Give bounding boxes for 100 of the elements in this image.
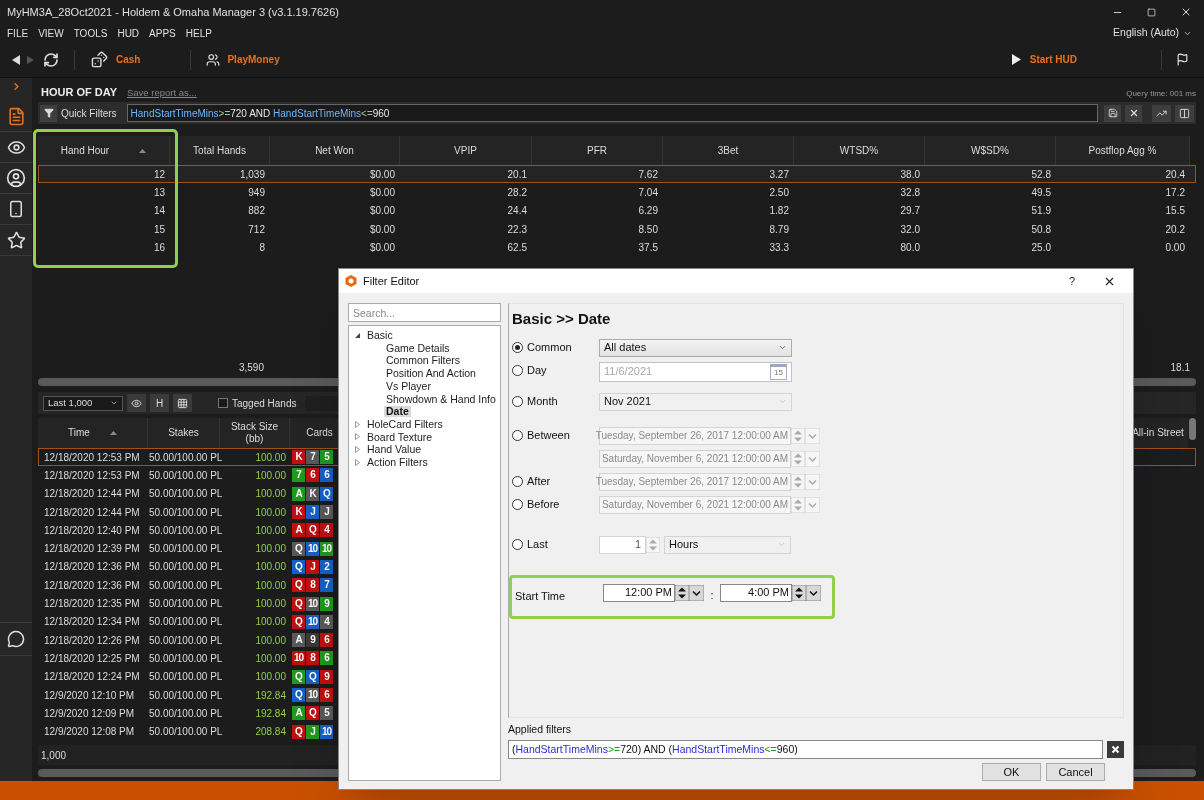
- table-cell-text: 50.00/100.00 PL: [149, 505, 221, 520]
- playing-card: 10: [320, 724, 333, 739]
- table-cell-text: 12/18/2020 12:40 PM: [43, 523, 141, 538]
- table-cell-text: 8.79: [768, 222, 790, 237]
- panel-heading: Basic >> Date: [512, 309, 612, 329]
- playing-card: K: [306, 486, 319, 501]
- table-cell-text: 12/18/2020 12:39 PM: [43, 542, 141, 557]
- table-cell-text: 37.5: [637, 240, 659, 255]
- playing-card: 10: [306, 596, 319, 611]
- playing-card: K: [292, 505, 305, 520]
- playing-card: J: [306, 724, 319, 739]
- table-cell-text: 192.84: [254, 688, 287, 703]
- table-cell-text: 100.00: [254, 450, 287, 465]
- table-cell-text: 12/18/2020 12:53 PM: [43, 450, 141, 465]
- table-cell-text: 22.3: [506, 222, 528, 237]
- table-cell-text: 12/18/2020 12:44 PM: [43, 487, 141, 502]
- playing-card: J: [320, 505, 333, 520]
- radio-label: Before: [527, 497, 560, 513]
- table-cell-text: 100.00: [254, 505, 287, 520]
- table-cell-text: 50.00/100.00 PL: [149, 706, 221, 721]
- table-cell-text: 12/18/2020 12:24 PM: [43, 670, 141, 685]
- table-cell-text: 12/18/2020 12:36 PM: [43, 578, 141, 593]
- table-cell-text: 100.00: [254, 542, 287, 557]
- playing-card: A: [292, 633, 305, 648]
- playing-card: 8: [306, 651, 319, 666]
- table-cell-text: 712: [247, 222, 266, 237]
- table-cell-text: 12/18/2020 12:35 PM: [43, 597, 141, 611]
- table-cell-text: 50.00/100.00 PL: [149, 468, 221, 483]
- playing-card: 2: [320, 559, 333, 574]
- table-cell-text: 33.3: [768, 240, 790, 255]
- table-cell-text: $0.00: [368, 240, 396, 255]
- table-cell-text: 49.5: [1030, 185, 1052, 200]
- playing-card: 4: [320, 523, 333, 538]
- table-cell-text: 100.00: [254, 651, 287, 666]
- playing-card: A: [292, 523, 305, 538]
- table-cell-text: 100.00: [254, 670, 287, 685]
- table-cell-text: 12/18/2020 12:26 PM: [43, 633, 141, 648]
- playing-card: 10: [320, 541, 333, 556]
- table-cell-text: 14: [152, 204, 166, 219]
- table-cell-text: 15.5: [1164, 204, 1186, 219]
- filter-expression: (HandStartTimeMins>=720) AND (HandStartTimeMins<=960): [512, 741, 798, 757]
- playing-card: 9: [320, 669, 333, 684]
- table-cell-text: 50.00/100.00 PL: [149, 542, 221, 557]
- playing-card: 9: [320, 596, 333, 611]
- table-cell-text: 62.5: [506, 240, 528, 255]
- table-cell-text: 12/18/2020 12:25 PM: [43, 651, 141, 666]
- table-cell-text: $0.00: [368, 185, 396, 200]
- playing-card: 7: [320, 578, 333, 593]
- playing-card: 6: [320, 651, 333, 666]
- checkbox-label: Tagged Hands: [232, 396, 297, 411]
- table-cell-text: 50.00/100.00 PL: [149, 523, 221, 538]
- radio-label: After: [527, 474, 551, 490]
- table-cell-text: 52.8: [1030, 167, 1052, 182]
- table-cell-text: 28.2: [506, 185, 528, 200]
- playing-card: Q: [306, 523, 319, 538]
- table-cell-text: 100.00: [254, 523, 287, 538]
- table-cell-text: 32.0: [899, 222, 921, 237]
- playing-card: 4: [320, 614, 333, 629]
- table-cell-text: 50.00/100.00 PL: [149, 560, 221, 575]
- window-title: MyHM3A_28Oct2021 - Holdem & Omaha Manager 3 (v3.1.19.7626): [7, 4, 340, 20]
- table-cell-text: $0.00: [368, 222, 396, 237]
- playing-card: 9: [306, 633, 319, 648]
- table-cell-text: 100.00: [254, 560, 287, 575]
- playing-card: 6: [320, 688, 333, 702]
- table-cell-text: 50.00/100.00 PL: [149, 615, 221, 630]
- playing-card: 5: [320, 706, 333, 721]
- playing-card: 6: [306, 468, 319, 483]
- playing-card: A: [292, 486, 305, 501]
- table-cell-text: 6.29: [637, 204, 659, 219]
- table-cell-text: 20.1: [506, 167, 528, 182]
- table-cell-text: $0.00: [368, 167, 396, 182]
- table-cell-text: 20.4: [1164, 167, 1186, 182]
- table-cell-text: 12/9/2020 12:08 PM: [43, 725, 136, 740]
- table-cell-text: 100.00: [254, 578, 287, 593]
- table-cell-text: 1,039: [238, 167, 266, 182]
- table-cell-text: 50.8: [1030, 222, 1052, 237]
- radio-label: Last: [527, 537, 548, 553]
- table-cell-text: 50.00/100.00 PL: [149, 633, 221, 648]
- playing-card: 5: [320, 450, 333, 465]
- radio-label: Month: [527, 394, 558, 410]
- playing-card: Q: [292, 596, 305, 611]
- playing-card: J: [306, 505, 319, 520]
- playing-card: A: [292, 706, 305, 721]
- playing-card: Q: [306, 669, 319, 684]
- playing-card: 10: [306, 688, 319, 702]
- total-cell-text: 18.1: [1169, 360, 1191, 375]
- table-cell-text: 3.27: [768, 167, 790, 182]
- table-cell-text: $0.00: [368, 204, 396, 219]
- table-cell-text: 12/18/2020 12:36 PM: [43, 560, 141, 575]
- playing-card: 10: [292, 651, 305, 666]
- report-title: HOUR OF DAY: [41, 84, 117, 100]
- playing-card: J: [306, 559, 319, 574]
- table-cell-text: 24.4: [506, 204, 528, 219]
- radio-label: Common: [527, 340, 572, 356]
- table-cell-text: 1.82: [768, 204, 790, 219]
- table-cell-text: 29.7: [899, 204, 921, 219]
- table-cell-text: 12/9/2020 12:09 PM: [43, 706, 136, 721]
- table-cell-text: 12/18/2020 12:44 PM: [43, 505, 141, 520]
- playing-card: 6: [320, 633, 333, 648]
- table-cell-text: 12/9/2020 12:10 PM: [43, 688, 136, 703]
